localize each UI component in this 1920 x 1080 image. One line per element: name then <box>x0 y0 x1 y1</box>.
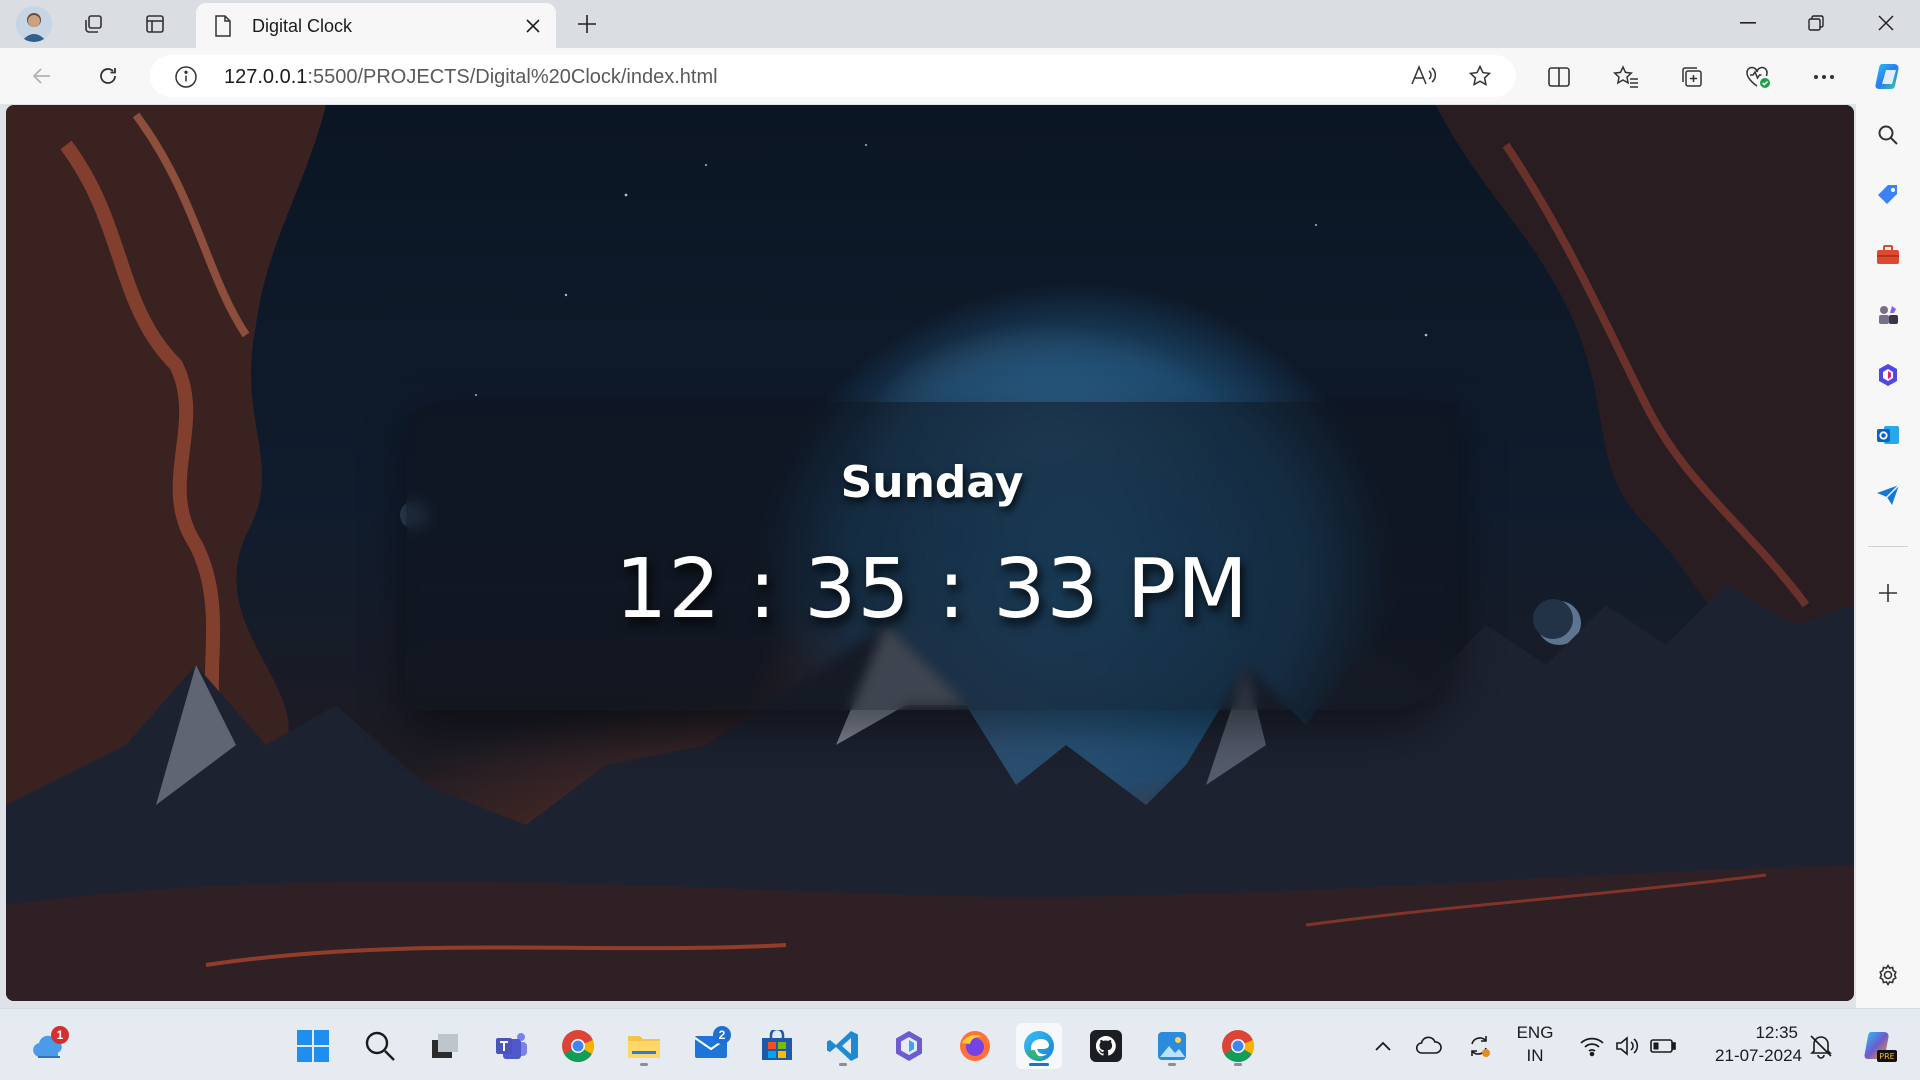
language-code: ENG <box>1516 1023 1554 1042</box>
mail-icon[interactable]: 2 <box>688 1023 734 1069</box>
tab-actions-icon[interactable] <box>138 8 172 40</box>
add-icon[interactable] <box>1869 574 1907 612</box>
github-icon[interactable] <box>1083 1023 1129 1069</box>
url-path: :5500/PROJECTS/Digital%20Clock/index.htm… <box>307 66 718 88</box>
firefox-icon[interactable] <box>952 1023 998 1069</box>
profile-avatar[interactable] <box>16 6 52 42</box>
send-icon[interactable] <box>1869 476 1907 514</box>
language-region: IN <box>1526 1046 1544 1065</box>
url-text[interactable]: 127.0.0.1:5500/PROJECTS/Digital%20Clock/… <box>224 66 718 89</box>
more-options-icon[interactable] <box>1807 60 1841 94</box>
sidebar-divider <box>1868 546 1908 547</box>
running-indicator <box>640 1063 648 1066</box>
new-tab-icon[interactable] <box>570 8 604 40</box>
copilot-app-icon[interactable] <box>886 1023 932 1069</box>
running-indicator <box>1234 1063 1242 1066</box>
outlook-icon[interactable] <box>1869 416 1907 454</box>
onedrive-cloud-icon[interactable] <box>1414 1031 1444 1061</box>
workspaces-icon[interactable] <box>76 8 110 40</box>
tab-title: Digital Clock <box>252 16 353 36</box>
teams-icon[interactable] <box>489 1023 535 1069</box>
edge-sidebar <box>1856 104 1920 1008</box>
microsoft-365-icon[interactable] <box>1869 356 1907 394</box>
search-icon[interactable] <box>357 1023 403 1069</box>
notifications-icon[interactable] <box>1806 1031 1836 1061</box>
system-time: 12:35 <box>1755 1023 1798 1042</box>
split-screen-icon[interactable] <box>1542 60 1576 94</box>
active-indicator <box>1029 1063 1049 1066</box>
show-hidden-icons-chevron-icon[interactable] <box>1368 1031 1398 1061</box>
search-icon[interactable] <box>1869 116 1907 154</box>
chrome-profile-icon[interactable] <box>1215 1023 1261 1069</box>
favorites-icon[interactable] <box>1609 60 1643 94</box>
battery-icon[interactable] <box>1648 1031 1678 1061</box>
refresh-icon[interactable] <box>90 58 126 94</box>
day-label: Sunday <box>840 457 1024 508</box>
address-bar[interactable]: 127.0.0.1:5500/PROJECTS/Digital%20Clock/… <box>150 55 1516 97</box>
page-viewport: Sunday 12 : 35 : 33 PM <box>6 105 1854 1001</box>
system-clock[interactable]: 12:35 21-07-2024 <box>1690 1023 1802 1066</box>
running-indicator <box>1168 1063 1176 1066</box>
start-windows-icon[interactable] <box>290 1023 336 1069</box>
read-aloud-icon[interactable] <box>1410 65 1436 87</box>
url-host: 127.0.0.1 <box>224 66 308 88</box>
wifi-icon[interactable] <box>1577 1031 1607 1061</box>
vscode-icon[interactable] <box>820 1023 866 1069</box>
running-indicator <box>839 1063 847 1066</box>
chrome-icon[interactable] <box>555 1023 601 1069</box>
microsoft-store-icon[interactable] <box>754 1023 800 1069</box>
page-icon <box>214 15 232 37</box>
copilot-icon[interactable] <box>1870 56 1910 96</box>
weather-badge: 1 <box>51 1026 69 1044</box>
site-info-icon[interactable] <box>174 65 198 89</box>
tab-digital-clock[interactable]: Digital Clock <box>196 3 556 48</box>
tools-icon[interactable] <box>1869 236 1907 274</box>
minimize-icon[interactable] <box>1714 0 1782 46</box>
favorite-star-icon[interactable] <box>1468 64 1492 88</box>
settings-gear-icon[interactable] <box>1869 956 1907 994</box>
shopping-tag-icon[interactable] <box>1869 176 1907 214</box>
close-tab-icon[interactable] <box>522 15 544 37</box>
browser-essentials-icon[interactable] <box>1741 60 1775 94</box>
restore-icon[interactable] <box>1782 0 1850 46</box>
clock-card: Sunday 12 : 35 : 33 PM <box>406 402 1458 710</box>
browser-toolbar: 127.0.0.1:5500/PROJECTS/Digital%20Clock/… <box>0 48 1920 104</box>
games-icon[interactable] <box>1869 296 1907 334</box>
volume-icon[interactable] <box>1612 1031 1642 1061</box>
copilot-preview-icon[interactable]: PRE <box>1856 1023 1902 1069</box>
title-bar: Digital Clock <box>0 0 1920 48</box>
weather-widget-icon[interactable]: 1 <box>26 1023 72 1069</box>
language-indicator[interactable]: ENG IN <box>1510 1023 1560 1066</box>
mail-badge: 2 <box>713 1026 731 1044</box>
system-date: 21-07-2024 <box>1715 1046 1802 1065</box>
taskbar: 1 2 ENG IN 12:35 21-07-2024 PRE <box>0 1008 1920 1080</box>
file-explorer-icon[interactable] <box>621 1023 667 1069</box>
time-display: 12 : 35 : 33 PM <box>615 542 1249 637</box>
edge-icon[interactable] <box>1016 1023 1062 1069</box>
sync-icon[interactable] <box>1464 1031 1494 1061</box>
photos-icon[interactable] <box>1149 1023 1195 1069</box>
close-window-icon[interactable] <box>1852 0 1920 46</box>
svg-text:PRE: PRE <box>1879 1052 1894 1061</box>
collections-icon[interactable] <box>1675 60 1709 94</box>
task-view-icon[interactable] <box>422 1023 468 1069</box>
back-icon[interactable] <box>24 58 60 94</box>
